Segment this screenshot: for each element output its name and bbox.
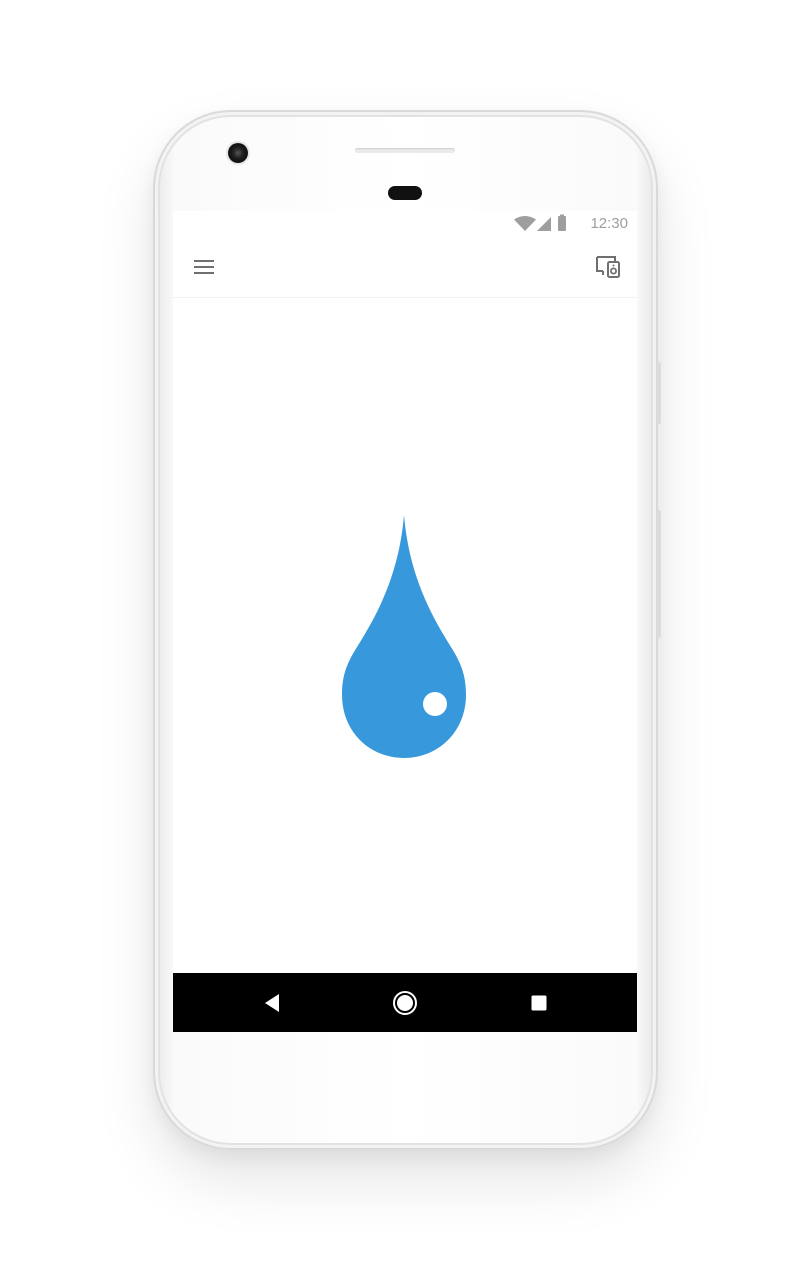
menu-icon: [194, 260, 214, 274]
back-icon: [265, 994, 279, 1012]
menu-button[interactable]: [192, 257, 216, 277]
recents-button[interactable]: [523, 987, 555, 1019]
cast-button[interactable]: [595, 255, 621, 279]
recents-icon: [531, 995, 547, 1011]
proximity-sensor: [388, 186, 422, 200]
status-bar: 12:30: [173, 211, 637, 237]
phone-screen: 12:30: [173, 211, 637, 1032]
earpiece-speaker: [355, 148, 455, 153]
navigation-bar: [173, 973, 637, 1032]
wifi-icon: [514, 216, 536, 231]
home-icon: [393, 991, 417, 1015]
power-button: [657, 362, 661, 424]
app-bar: [173, 237, 637, 298]
cast-device-icon: [596, 256, 620, 278]
main-content: [173, 298, 637, 973]
front-camera: [228, 143, 248, 163]
home-button[interactable]: [389, 987, 421, 1019]
back-button[interactable]: [256, 987, 288, 1019]
volume-button: [657, 510, 661, 638]
status-icons: [514, 214, 566, 231]
water-drop-icon: [342, 515, 466, 758]
battery-icon: [558, 214, 566, 231]
cellular-signal-icon: [537, 217, 551, 231]
device-mockup: 12:30: [0, 0, 785, 1278]
status-time: 12:30: [590, 215, 628, 232]
